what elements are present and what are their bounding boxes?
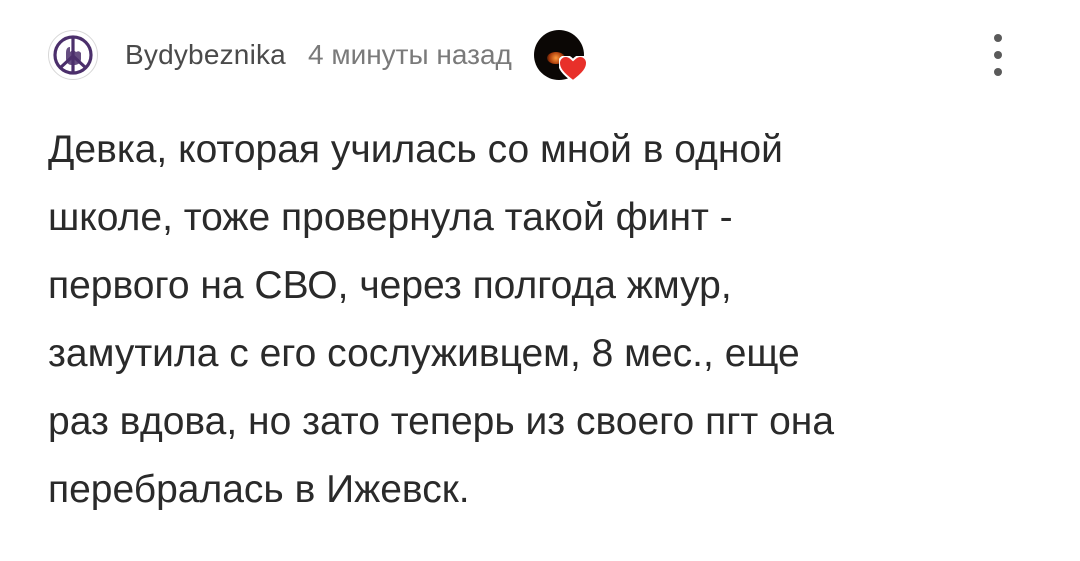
more-options-button[interactable] xyxy=(983,30,1013,80)
comment-header: Bydybeznika 4 минуты назад xyxy=(48,26,587,84)
comment-text-line: Девка, которая училась со мной в одной xyxy=(48,128,783,171)
comment-text-line: школе, тоже провернула такой финт - xyxy=(48,196,733,239)
heart-badge-icon xyxy=(533,30,587,82)
avatar[interactable] xyxy=(48,30,98,80)
heart-icon xyxy=(558,56,587,82)
more-vertical-icon xyxy=(994,34,1002,42)
peace-hand-icon xyxy=(53,35,93,75)
comment-card: Bydybeznika 4 минуты назад Девка, котора… xyxy=(0,0,1080,561)
comment-text-line: первого на СВО, через полгода жмур, xyxy=(48,264,732,307)
author-name[interactable]: Bydybeznika xyxy=(125,39,286,71)
comment-text-line: замутила с его сослуживцем, 8 мес., еще xyxy=(48,332,800,375)
comment-text: Девка, которая училась со мной в одной ш… xyxy=(48,116,1038,524)
comment-timestamp: 4 минуты назад xyxy=(307,39,512,70)
comment-text-line: раз вдова, но зато теперь из своего пгт … xyxy=(48,400,835,443)
comment-text-line: перебралась в Ижевск. xyxy=(48,468,470,511)
